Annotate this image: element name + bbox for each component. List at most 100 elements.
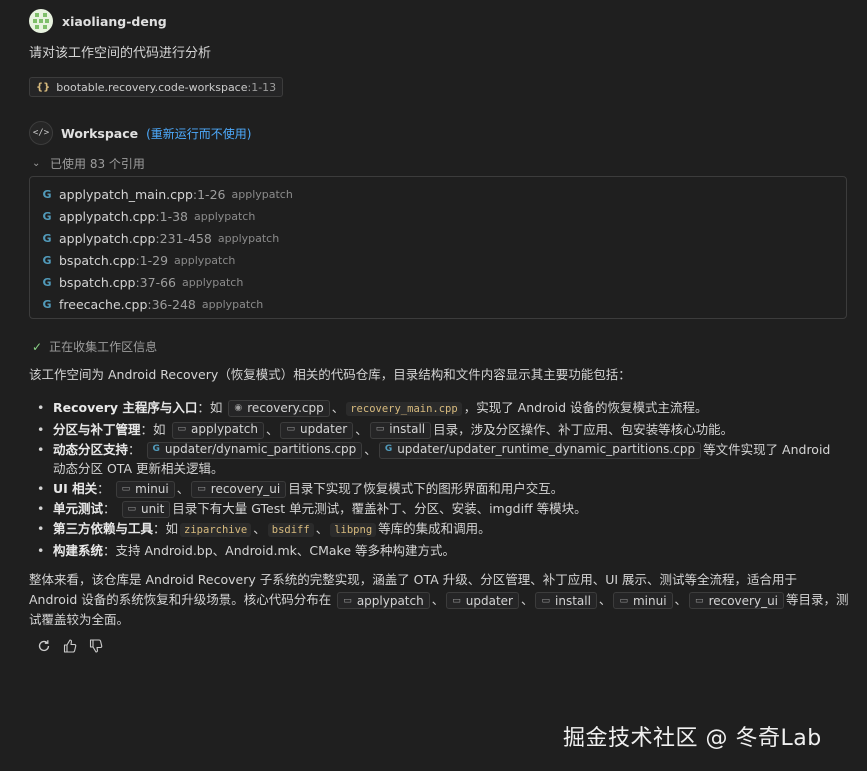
bullet-text: 目录下有大量 GTest 单元测试，覆盖补丁、分区、安装、imgdiff 等模块… <box>172 500 587 516</box>
list-item: UI 相关： ▭ minui 、 ▭ recovery_ui 目录下实现了恢复模式下的图形… <box>35 479 845 499</box>
folder-reference-chip[interactable]: ▭ recovery_ui <box>191 481 287 499</box>
separator: 、 <box>331 400 345 415</box>
bullet-text: ，实现了 Android 设备的恢复模式主流程。 <box>463 400 708 415</box>
folder-reference-chip[interactable]: ▭ applypatch <box>337 592 430 609</box>
retry-button[interactable] <box>31 636 57 656</box>
separator: 、 <box>431 592 445 607</box>
bullet-text: ： <box>103 500 116 516</box>
reference-file-name: applypatch.cpp <box>59 208 156 224</box>
chip-label: updater/dynamic_partitions.cpp <box>164 442 357 457</box>
avatar[interactable] <box>29 9 53 33</box>
reference-item[interactable]: G applypatch.cpp:231-458 applypatch <box>30 227 846 249</box>
reference-dir: applypatch <box>182 275 244 289</box>
json-braces-icon: {} <box>36 81 51 93</box>
reference-range: :36-248 <box>147 296 196 312</box>
file-reference-chip[interactable]: Gupdater/updater_runtime_dynamic_partiti… <box>378 441 702 459</box>
chip-label: install <box>389 422 426 437</box>
folder-icon: ▭ <box>375 424 385 435</box>
reference-item[interactable]: G bspatch.cpp:37-66 applypatch <box>30 271 846 293</box>
cpp-file-icon: G <box>42 275 52 289</box>
reference-item[interactable]: G applypatch_main.cpp:1-26 applypatch <box>30 183 846 205</box>
thumbs-down-icon <box>89 639 103 653</box>
chevron-down-icon: ⌄ <box>32 158 41 169</box>
folder-reference-chip[interactable]: ▭ applypatch <box>171 421 264 439</box>
folder-icon: ▭ <box>177 424 187 435</box>
separator: 、 <box>598 592 612 607</box>
code-icon: </> <box>29 121 53 145</box>
reference-item[interactable]: G bspatch.cpp:1-29 applypatch <box>30 249 846 271</box>
list-item: Recovery 主程序与入口：如 ◉ recovery.cpp 、recovery… <box>35 398 845 420</box>
rerun-without-link[interactable]: (重新运行而不使用) <box>146 125 251 142</box>
reference-range: :1-26 <box>192 186 226 202</box>
bullet-title: 构建系统 <box>53 542 104 558</box>
reference-file-name: applypatch.cpp <box>59 230 156 246</box>
separator: 、 <box>176 481 190 497</box>
bullet-title: Recovery 主程序与入口 <box>53 400 198 415</box>
chip-label: minui <box>632 593 667 608</box>
references-toggle[interactable]: ⌄ 已使用 83 个引用 <box>32 155 145 172</box>
chip-label: updater/updater_runtime_dynamic_partitio… <box>397 442 696 457</box>
bullet-text: ： <box>128 441 141 457</box>
watermark: 掘金技术社区 @ 冬奇Lab <box>563 726 822 751</box>
workspace-title: Workspace <box>61 125 139 141</box>
bullet-text: ： <box>97 481 110 497</box>
attached-file-chip[interactable]: {} bootable.recovery.code-workspace:1-13 <box>29 77 284 97</box>
folder-reference-chip[interactable]: ▭ minui <box>115 481 175 499</box>
cpp-file-icon: G <box>42 297 52 311</box>
reference-range: :37-66 <box>135 274 176 290</box>
list-item: 分区与补丁管理：如 ▭ applypatch 、 ▭ updater 、 ▭ install 目… <box>35 420 845 440</box>
thumbs-down-button[interactable] <box>83 636 109 656</box>
folder-icon: ▭ <box>452 595 461 606</box>
bullet-text: ：如 <box>140 421 166 437</box>
folder-reference-chip[interactable]: ▭ unit <box>121 500 171 518</box>
thumbs-up-button[interactable] <box>57 636 83 656</box>
folder-reference-chip[interactable]: ▭ updater <box>446 592 519 609</box>
reference-file-name: freecache.cpp <box>59 296 148 312</box>
user-prompt: 请对该工作空间的代码进行分析 <box>29 46 212 61</box>
folder-reference-chip[interactable]: ▭ updater <box>280 421 354 439</box>
chip-label: install <box>555 593 591 608</box>
chip-label: unit <box>141 501 165 516</box>
attached-file-name: bootable.recovery.code-workspace <box>56 80 248 94</box>
references-list: G applypatch_main.cpp:1-26 applypatch G … <box>29 176 847 319</box>
folder-icon: ▭ <box>619 595 628 606</box>
folder-icon: ▭ <box>127 503 137 514</box>
bullet-text: ：如 <box>153 520 179 536</box>
chip-label: recovery_ui <box>708 593 779 608</box>
workspace-header: </> Workspace (重新运行而不使用) <box>29 121 252 145</box>
chip-label: updater <box>299 422 348 437</box>
reference-item[interactable]: G freecache.cpp:36-248 applypatch <box>30 293 846 315</box>
bullet-text: 目录，涉及分区操作、补丁应用、包安装等核心功能。 <box>433 421 734 437</box>
references-count-label: 已使用 83 个引用 <box>50 157 145 171</box>
file-icon: ◉ <box>234 402 243 413</box>
cpp-file-icon: G <box>42 187 52 201</box>
bullet-text: ：支持 Android.bp、Android.mk、CMake 等多种构建方式。 <box>103 542 456 558</box>
check-icon: ✓ <box>32 339 43 354</box>
feature-list: Recovery 主程序与入口：如 ◉recovery.cpp、recovery… <box>35 398 845 560</box>
folder-icon: ▭ <box>541 595 550 606</box>
folder-icon: ▭ <box>121 483 131 494</box>
separator: 、 <box>364 441 377 457</box>
separator: 、 <box>315 520 329 536</box>
file-reference-chip[interactable]: Gupdater/dynamic_partitions.cpp <box>146 441 363 459</box>
folder-icon: ▭ <box>343 595 352 606</box>
cpp-file-icon: G <box>152 444 160 455</box>
attached-file-range: :1-13 <box>247 80 277 94</box>
thumbs-up-icon <box>63 639 77 653</box>
reference-range: :1-29 <box>135 252 169 268</box>
folder-reference-chip[interactable]: ▭ recovery_ui <box>689 592 785 609</box>
folder-icon: ▭ <box>695 595 704 606</box>
chip-label: minui <box>135 481 169 496</box>
reference-dir: applypatch <box>174 253 236 267</box>
chip-label: applypatch <box>356 593 424 608</box>
bullet-text: 等库的集成和调用。 <box>378 520 491 536</box>
progress-status: ✓ 正在收集工作区信息 <box>32 338 157 355</box>
folder-reference-chip[interactable]: ▭ minui <box>613 592 673 609</box>
reference-item[interactable]: G applypatch.cpp:1-38 applypatch <box>30 205 846 227</box>
folder-reference-chip[interactable]: ▭ install <box>369 421 432 439</box>
inline-code: ziparchive <box>180 522 252 537</box>
folder-reference-chip[interactable]: ▭ install <box>535 592 597 609</box>
identicon-avatar-icon <box>29 9 53 33</box>
bullet-text: ：如 <box>197 400 223 415</box>
file-reference-chip[interactable]: ◉ recovery.cpp <box>228 400 330 417</box>
